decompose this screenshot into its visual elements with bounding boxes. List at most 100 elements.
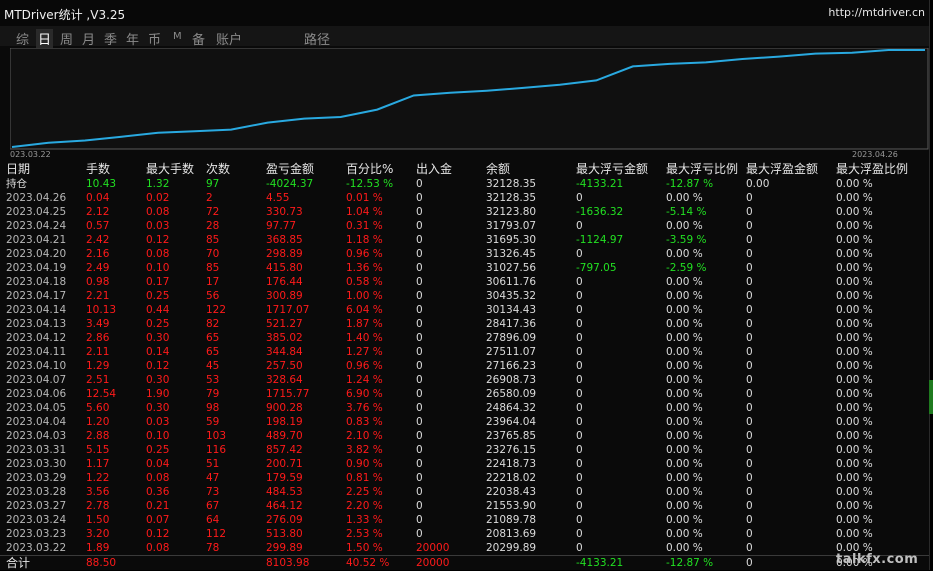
cell-max-float-profit: 0 (746, 374, 753, 386)
scroll-indicator[interactable] (929, 380, 933, 414)
table-row[interactable]: 2023.04.13 3.49 0.25 82 521.27 1.87 % 0 28417.3… (0, 317, 929, 331)
table-row[interactable]: 2023.03.24 1.50 0.07 64 276.09 1.33 % 0 21089.7… (0, 513, 929, 527)
table-row[interactable]: 2023.04.18 0.98 0.17 17 176.44 0.58 % 0 30611.7… (0, 275, 929, 289)
cell-deposit: 0 (416, 528, 423, 540)
cell-max-float-profit-pct: 0.00 % (836, 234, 873, 246)
cell-lots: 2.42 (86, 234, 110, 246)
cell-max-float-loss: 0 (576, 402, 583, 414)
cell-max-float-profit: 0 (746, 318, 753, 330)
tab-quarter[interactable]: 季 (104, 29, 117, 48)
cell-pnl: 200.71 (266, 458, 303, 470)
cell-max-float-loss: -1124.97 (576, 234, 624, 246)
table-row[interactable]: 2023.04.17 2.21 0.25 56 300.89 1.00 % 0 30435.3… (0, 289, 929, 303)
tab-note[interactable]: 备 (192, 29, 205, 48)
cell-pnl: 344.84 (266, 346, 303, 358)
cell-max-float-loss-pct: 0.00 % (666, 290, 703, 302)
tab-overview[interactable]: 综 (16, 29, 29, 48)
cell-pnl: 4.55 (266, 192, 290, 204)
table-row[interactable]: 2023.03.27 2.78 0.21 67 464.12 2.20 % 0 21553.9… (0, 499, 929, 513)
table-row[interactable]: 2023.03.22 1.89 0.08 78 299.89 1.50 % 20000 202… (0, 541, 929, 555)
cell-max-float-profit: 0 (746, 528, 753, 540)
table-row[interactable]: 2023.04.04 1.20 0.03 59 198.19 0.83 % 0 23964.0… (0, 415, 929, 429)
tab-year[interactable]: 年 (126, 29, 139, 48)
cell-max-float-loss: 0 (576, 444, 583, 456)
total-row[interactable]: 合计 88.50 8103.98 40.52 % 20000 -4133.21 -12.87… (0, 555, 929, 571)
cell-max-float-loss: -797.05 (576, 262, 617, 274)
cell-max-float-loss-pct: 0.00 % (666, 500, 703, 512)
cell-date: 2023.03.24 (6, 514, 67, 526)
cell-trades: 78 (206, 542, 220, 554)
cell-trades: 82 (206, 318, 220, 330)
table-row[interactable]: 2023.04.06 12.54 1.90 79 1715.77 6.90 % 0 26580… (0, 387, 929, 401)
cell-max-float-profit: 0 (746, 500, 753, 512)
cell-max-float-loss: 0 (576, 528, 583, 540)
table-header[interactable]: 日期 手数 最大手数 次数 盈亏金额 百分比% 出入金 余额 最大浮亏金额 最大浮亏比例 最大浮盈金… (0, 162, 929, 177)
table-row[interactable]: 2023.04.21 2.42 0.12 85 368.85 1.18 % 0 31695.3… (0, 233, 929, 247)
cell-max-lots: 0.10 (146, 430, 170, 442)
table-row[interactable]: 2023.03.23 3.20 0.12 112 513.80 2.53 % 0 20813.… (0, 527, 929, 541)
cell-pnl: 179.59 (266, 472, 303, 484)
cell-max-float-loss-pct: 0.00 % (666, 388, 703, 400)
table-row[interactable]: 2023.03.28 3.56 0.36 73 484.53 2.25 % 0 22038.4… (0, 485, 929, 499)
tab-month[interactable]: 月 (82, 29, 95, 48)
cell-max-float-loss-pct: 0.00 % (666, 444, 703, 456)
cell-percent: 3.76 % (346, 402, 383, 414)
table-row[interactable]: 2023.03.31 5.15 0.25 116 857.42 3.82 % 0 23276.… (0, 443, 929, 457)
cell-pnl: 900.28 (266, 402, 303, 414)
cell-max-float-profit-pct: 0.00 % (836, 360, 873, 372)
cell-percent: 1.27 % (346, 346, 383, 358)
cell-date: 2023.04.03 (6, 430, 67, 442)
table-row[interactable]: 2023.04.14 10.13 0.44 122 1717.07 6.04 % 0 3013… (0, 303, 929, 317)
cell-max-lots: 0.14 (146, 346, 170, 358)
cell-max-float-loss-pct: 0.00 % (666, 346, 703, 358)
table-row[interactable]: 2023.03.30 1.17 0.04 51 200.71 0.90 % 0 22418.7… (0, 457, 929, 471)
cell-percent: 0.96 % (346, 248, 383, 260)
table-row[interactable]: 2023.04.24 0.57 0.03 28 97.77 0.31 % 0 31793.07… (0, 219, 929, 233)
cell-trades: 116 (206, 444, 227, 456)
cell-max-float-profit: 0 (746, 262, 753, 274)
column-header-lots: 手数 (86, 162, 111, 176)
table-row[interactable]: 2023.04.05 5.60 0.30 98 900.28 3.76 % 0 24864.3… (0, 401, 929, 415)
website-link[interactable]: http://mtdriver.cn (828, 6, 925, 19)
table-row[interactable]: 2023.04.03 2.88 0.10 103 489.70 2.10 % 0 23765.… (0, 429, 929, 443)
cell-max-float-profit-pct: 0.00 % (836, 220, 873, 232)
column-header-pnl: 盈亏金额 (266, 162, 315, 176)
tab-path[interactable]: 路径 (304, 29, 330, 48)
column-header-max-float-profit-pct: 最大浮盈比例 (836, 162, 909, 176)
tab-magic[interactable]: M (173, 31, 182, 42)
table-row[interactable]: 2023.04.20 2.16 0.08 70 298.89 0.96 % 0 31326.4… (0, 247, 929, 261)
cell-max-float-profit-pct: 0.00 % (836, 514, 873, 526)
tab-account[interactable]: 账户 (216, 29, 242, 48)
cell-balance: 22038.43 (486, 486, 537, 498)
position-row[interactable]: 持仓 10.43 1.32 97 -4024.37 -12.53 % 0 32128.35 -4… (0, 177, 929, 191)
cell-max-float-loss: 0 (576, 304, 583, 316)
cell-trades: 53 (206, 374, 220, 386)
cell-percent: 0.83 % (346, 416, 383, 428)
tab-currency[interactable]: 币 (148, 29, 161, 48)
cell-pnl: 176.44 (266, 276, 303, 288)
tab-day[interactable]: 日 (36, 29, 54, 48)
table-row[interactable]: 2023.04.07 2.51 0.30 53 328.64 1.24 % 0 26908.7… (0, 373, 929, 387)
cell-lots: 10.43 (86, 178, 117, 190)
cell-deposit: 0 (416, 276, 423, 288)
table-row[interactable]: 2023.04.26 0.04 0.02 2 4.55 0.01 % 0 32128.35 0 0… (0, 191, 929, 205)
cell-max-float-loss: 0 (576, 542, 583, 554)
cell-max-float-profit-pct: 0.00 % (836, 178, 873, 190)
cell-deposit: 0 (416, 220, 423, 232)
cell-max-float-loss-pct: 0.00 % (666, 304, 703, 316)
table-row[interactable]: 2023.03.29 1.22 0.08 47 179.59 0.81 % 0 22218.0… (0, 471, 929, 485)
table-row[interactable]: 2023.04.25 2.12 0.08 72 330.73 1.04 % 0 32123.8… (0, 205, 929, 219)
tab-week[interactable]: 周 (60, 29, 73, 48)
cell-date: 2023.04.13 (6, 318, 67, 330)
cell-max-lots: 0.12 (146, 234, 170, 246)
table-row[interactable]: 2023.04.11 2.11 0.14 65 344.84 1.27 % 0 27511.0… (0, 345, 929, 359)
table-row[interactable]: 2023.04.12 2.86 0.30 65 385.02 1.40 % 0 27896.0… (0, 331, 929, 345)
cell-lots: 2.16 (86, 248, 110, 260)
table-row[interactable]: 2023.04.10 1.29 0.12 45 257.50 0.96 % 0 27166.2… (0, 359, 929, 373)
cell-balance: 31695.30 (486, 234, 537, 246)
table-row[interactable]: 2023.04.19 2.49 0.10 85 415.80 1.36 % 0 31027.5… (0, 261, 929, 275)
cell-max-float-profit: 0 (746, 486, 753, 498)
cell-percent: 1.87 % (346, 318, 383, 330)
column-header-date: 日期 (6, 162, 31, 176)
cell-balance: 23765.85 (486, 430, 537, 442)
